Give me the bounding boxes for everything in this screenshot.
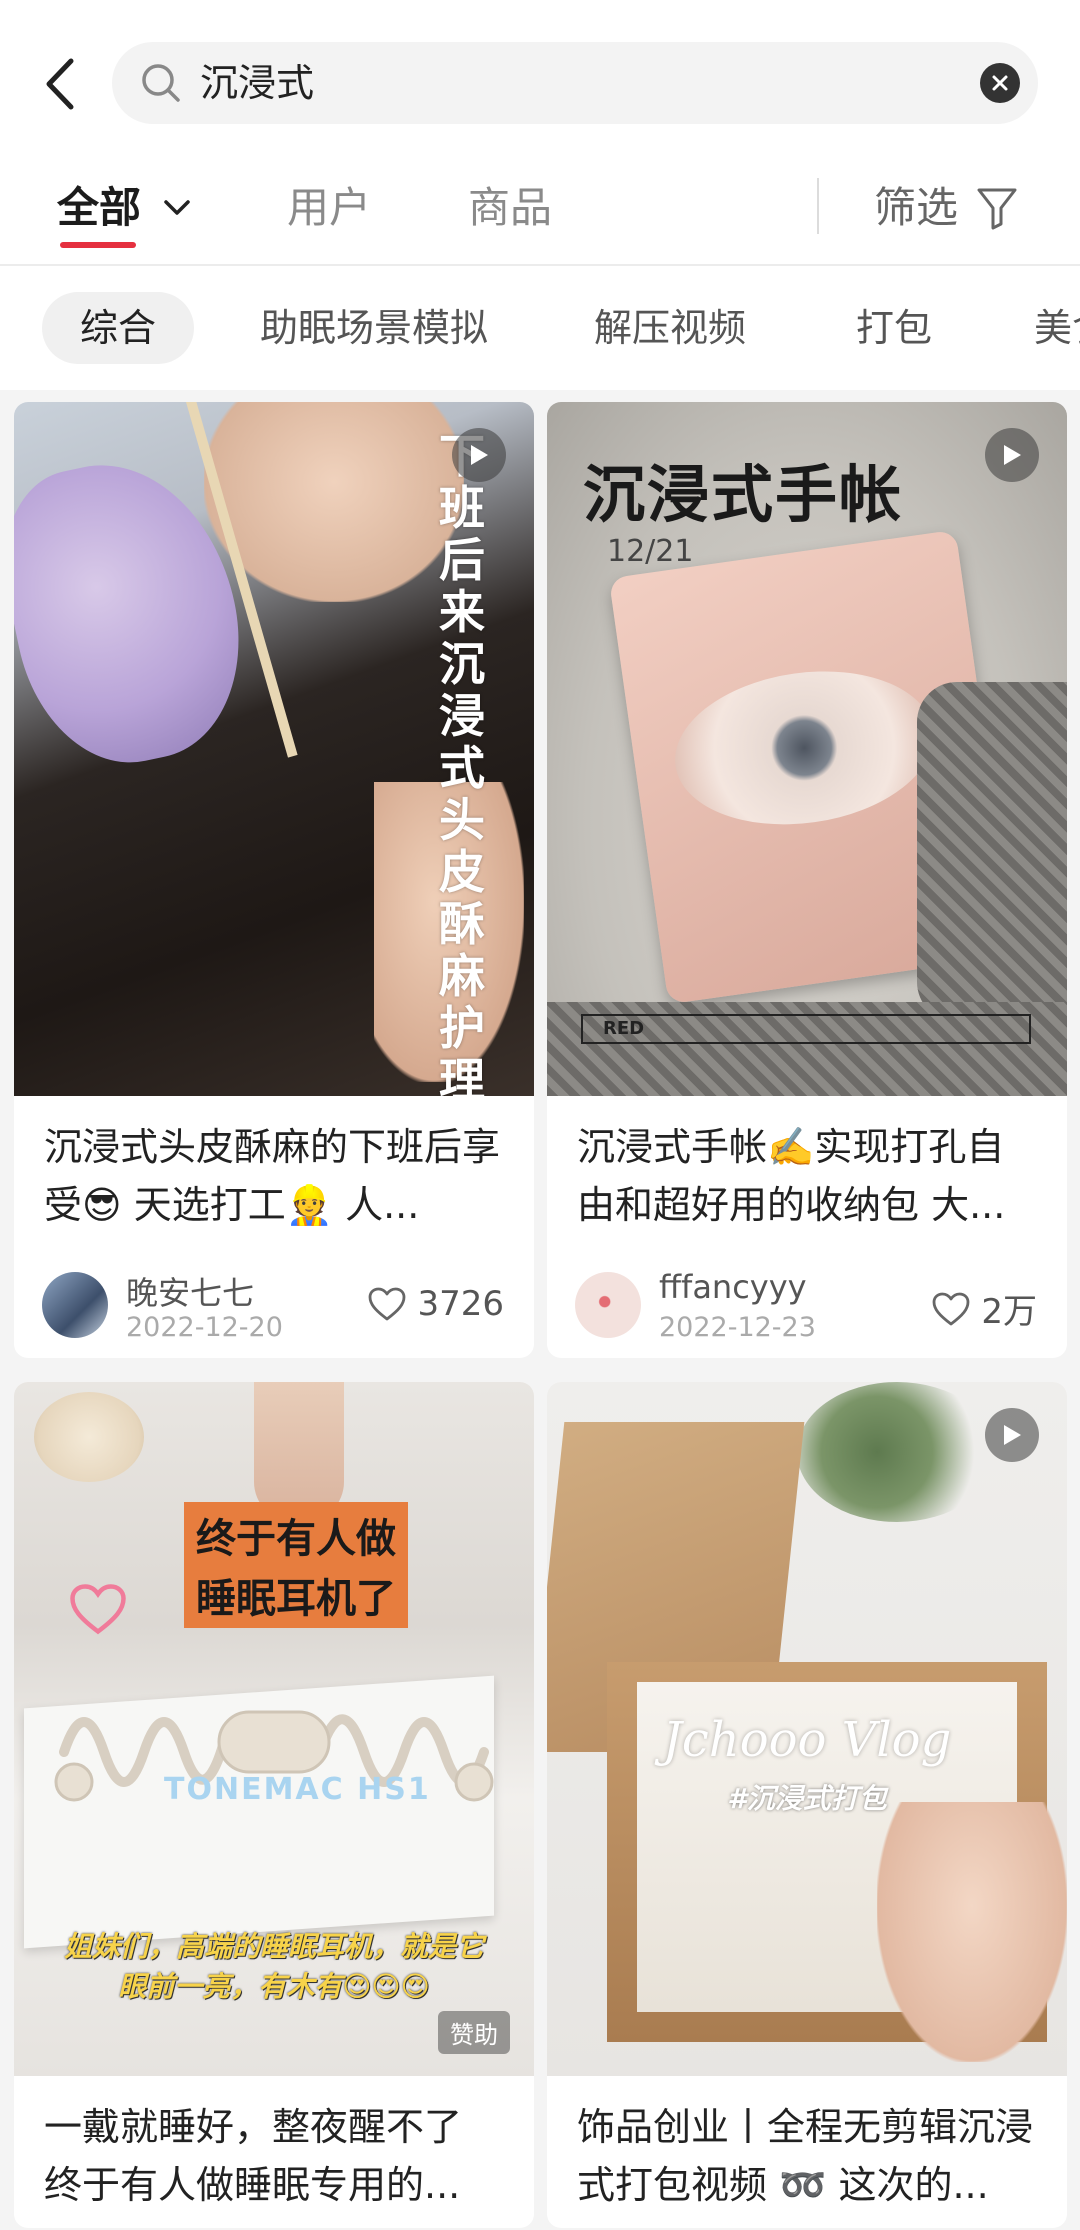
eye-print-image <box>665 655 944 841</box>
tab-all[interactable]: 全部 <box>57 178 141 238</box>
clear-search-button[interactable] <box>980 63 1020 103</box>
hand-image <box>877 1802 1067 2062</box>
note-card[interactable]: 沉浸式手帐 12/21 RED 沉浸式手帐✍️实现打孔自由和超好用的收纳包 大.… <box>547 402 1067 1358</box>
cover-badge-text: RED <box>603 1018 645 1039</box>
like-button[interactable]: 3726 <box>367 1284 504 1324</box>
plant-image <box>797 1382 997 1522</box>
video-play-icon <box>985 428 1039 482</box>
cover-caption: 姐妹们，高端的睡眠耳机，就是它 <box>63 1930 484 1963</box>
like-count: 3726 <box>417 1284 504 1324</box>
tab-products[interactable]: 商品 <box>468 178 552 238</box>
filter-icon[interactable] <box>975 184 1019 232</box>
note-title: 沉浸式手帐✍️实现打孔自由和超好用的收纳包 大... <box>577 1125 1006 1227</box>
chip-sleep-scene[interactable]: 助眠场景模拟 <box>222 292 526 364</box>
note-title: 沉浸式头皮酥麻的下班后享受😎 天选打工👷 人... <box>44 1125 501 1227</box>
heart-decoration-icon <box>70 1584 126 1635</box>
sweater-sleeve-image <box>917 682 1067 1022</box>
back-arrow-icon <box>46 58 74 110</box>
like-count: 2万 <box>981 1292 1037 1332</box>
search-query: 沉浸式 <box>200 61 315 105</box>
cover-overlay-text: 终于有人做 <box>184 1502 408 1568</box>
close-icon <box>992 75 1008 91</box>
avatar[interactable] <box>575 1272 641 1338</box>
tab-users[interactable]: 用户 <box>287 178 371 238</box>
note-title: 一戴就睡好，整夜醒不了 终于有人做睡眠专用的... <box>44 2105 463 2207</box>
post-date: 2022-12-20 <box>126 1312 283 1343</box>
heart-icon <box>369 1287 406 1321</box>
sponsored-badge: 赞助 <box>438 2011 510 2054</box>
cover-date-text: 12/21 <box>607 534 694 569</box>
keyword-chips: 综合 助眠场景模拟 解压视频 打包 美食 <box>0 268 1080 390</box>
author-name[interactable]: 晚安七七 <box>126 1268 254 1314</box>
note-card[interactable]: 终于有人做 睡眠耳机了 TONEMAC HS1 姐妹们，高端的睡眠耳机，就是它 … <box>14 1382 534 2228</box>
chip-packing[interactable]: 打包 <box>818 292 970 364</box>
post-date: 2022-12-23 <box>659 1312 816 1343</box>
video-play-icon <box>452 428 506 482</box>
note-card[interactable]: Jchooo Vlog #沉浸式打包 饰品创业丨全程无剪辑沉浸式打包视频 ➿ 这… <box>547 1382 1067 2228</box>
note-cover: 下班后来沉浸式头皮酥麻护理 <box>14 402 534 1096</box>
tabs-divider <box>817 178 819 234</box>
back-button[interactable] <box>38 52 82 116</box>
search-header: 沉浸式 <box>0 0 1080 160</box>
note-meta: 晚安七七 2022-12-20 3726 <box>14 1248 534 1358</box>
decor-image <box>254 1382 344 1522</box>
chip-relief-video[interactable]: 解压视频 <box>556 292 784 364</box>
product-name-text: TONEMAC HS1 <box>164 1772 431 1807</box>
chevron-down-icon[interactable] <box>160 190 194 224</box>
results-feed: 下班后来沉浸式头皮酥麻护理 沉浸式头皮酥麻的下班后享受😎 天选打工👷 人... … <box>0 390 1080 2230</box>
author-name[interactable]: fffancyyy <box>659 1268 807 1306</box>
filter-button[interactable]: 筛选 <box>874 178 958 238</box>
note-cover: 沉浸式手帐 12/21 RED <box>547 402 1067 1096</box>
search-input[interactable]: 沉浸式 <box>112 42 1038 124</box>
cover-badge: RED <box>581 1014 1031 1044</box>
cover-caption: 眼前一亮，有木有😍😍😍 <box>118 1970 430 2003</box>
heart-icon <box>932 1292 970 1325</box>
search-icon <box>142 64 180 102</box>
note-meta: fffancyyy 2022-12-23 2万 <box>547 1248 1067 1358</box>
like-button[interactable]: 2万 <box>931 1284 1037 1333</box>
cover-overlay-text: 下班后来沉浸式头皮酥麻护理 <box>439 430 485 1096</box>
cover-overlay-text: 睡眠耳机了 <box>184 1562 408 1628</box>
avatar[interactable] <box>42 1272 108 1338</box>
note-card[interactable]: 下班后来沉浸式头皮酥麻护理 沉浸式头皮酥麻的下班后享受😎 天选打工👷 人... … <box>14 402 534 1358</box>
cover-overlay-text: 沉浸式手帐 <box>583 458 904 531</box>
cover-hashtag-text: #沉浸式打包 <box>727 1782 887 1815</box>
decor-image <box>34 1392 144 1482</box>
note-cover: 终于有人做 睡眠耳机了 TONEMAC HS1 姐妹们，高端的睡眠耳机，就是它 … <box>14 1382 534 2076</box>
result-tabs: 全部 用户 商品 筛选 <box>0 160 1080 266</box>
active-tab-indicator <box>60 242 136 248</box>
chip-comprehensive[interactable]: 综合 <box>42 292 195 364</box>
video-play-icon <box>985 1408 1039 1462</box>
note-cover: Jchooo Vlog #沉浸式打包 <box>547 1382 1067 2076</box>
cover-overlay-text: Jchooo Vlog <box>662 1712 952 1768</box>
note-title: 饰品创业丨全程无剪辑沉浸式打包视频 ➿ 这次的... <box>577 2105 1034 2207</box>
chip-food[interactable]: 美食 <box>996 292 1080 364</box>
